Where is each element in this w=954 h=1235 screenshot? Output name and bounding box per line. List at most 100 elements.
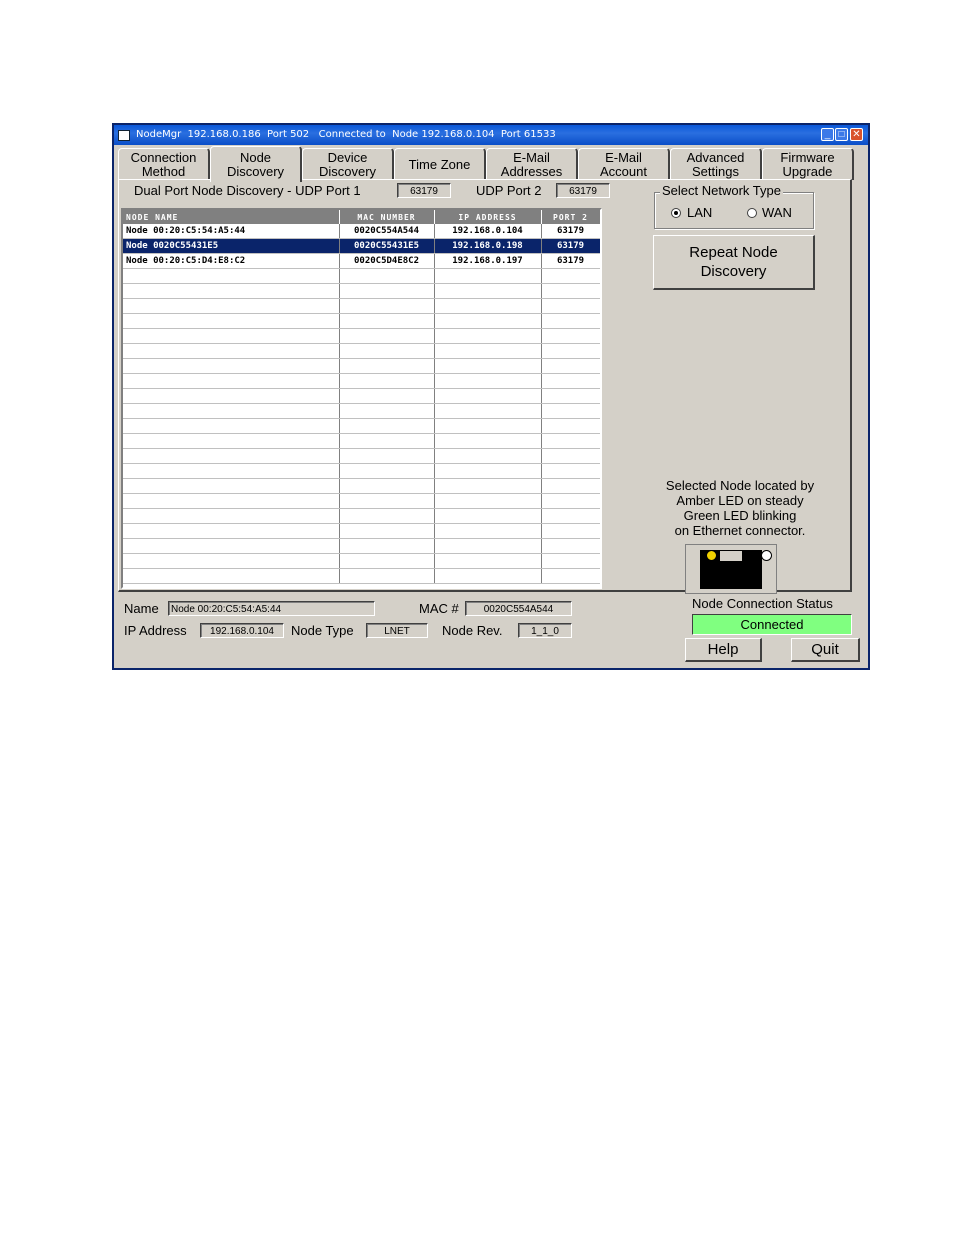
tab-firmware-upgrade[interactable]: Firmware Upgrade [762,148,854,180]
empty-table-row [123,328,600,344]
ethernet-connector-icon [685,544,777,594]
cell-port-2: 63179 [541,238,600,254]
cell-mac-number [339,328,435,344]
cell-node-name [123,418,340,434]
empty-table-row [123,373,600,389]
title-bar[interactable]: NodeMgr 192.168.0.186 Port 502 Connected… [114,125,868,145]
cell-mac-number [339,523,435,539]
node-rev-field: 1_1_0 [518,623,572,638]
cell-ip-address [434,508,542,524]
table-row[interactable]: Node 00:20:C5:54:A5:44 0020C554A544 192.16… [123,224,600,239]
empty-table-row [123,418,600,434]
cell-mac-number [339,448,435,464]
cell-node-name [123,478,340,494]
empty-table-row [123,433,600,449]
cell-node-name [123,433,340,449]
name-field: Node 00:20:C5:54:A5:44 [168,601,375,616]
cell-mac-number [339,358,435,374]
col-header-node-name[interactable]: NODE NAME [123,210,340,224]
cell-port-2 [541,433,600,449]
cell-node-name [123,358,340,374]
tab-node-discovery[interactable]: Node Discovery [210,146,302,182]
tab-email-addresses[interactable]: E-Mail Addresses [486,148,578,180]
col-header-mac-number[interactable]: MAC NUMBER [339,210,435,224]
node-connection-status-label: Node Connection Status [692,596,833,611]
cell-port-2 [541,313,600,329]
cell-port-2 [541,478,600,494]
help-button[interactable]: Help [685,638,762,662]
empty-table-row [123,538,600,554]
cell-node-name [123,448,340,464]
close-button[interactable]: ✕ [850,128,863,141]
empty-table-row [123,403,600,419]
cell-mac-number [339,343,435,359]
node-grid[interactable]: NODE NAME MAC NUMBER IP ADDRESS PORT 2 N… [121,208,602,589]
empty-table-row [123,298,600,314]
empty-table-row [123,463,600,479]
cell-ip-address [434,403,542,419]
cell-node-name [123,268,340,284]
wan-radio-label[interactable]: WAN [762,205,792,220]
tab-email-account[interactable]: E-Mail Account [578,148,670,180]
cell-port-2 [541,448,600,464]
ip-address-field: 192.168.0.104 [200,623,284,638]
cell-node-name: Node 00:20:C5:54:A5:44 [123,224,340,239]
cell-node-name [123,298,340,314]
mac-label: MAC # [419,601,459,616]
cell-node-name [123,493,340,509]
cell-port-2 [541,358,600,374]
cell-ip-address: 192.168.0.197 [434,253,542,269]
tab-strip: Connection Method Node Discovery Device … [116,146,856,182]
cell-mac-number [339,568,435,584]
cell-mac-number [339,478,435,494]
cell-port-2 [541,388,600,404]
cell-mac-number [339,508,435,524]
cell-ip-address [434,418,542,434]
name-label: Name [124,601,159,616]
cell-port-2 [541,343,600,359]
cell-node-name [123,283,340,299]
repeat-node-discovery-button[interactable]: Repeat Node Discovery [653,235,815,290]
col-header-ip-address[interactable]: IP ADDRESS [434,210,542,224]
mac-field: 0020C554A544 [465,601,572,616]
tab-time-zone[interactable]: Time Zone [394,148,486,180]
cell-port-2 [541,523,600,539]
cell-node-name [123,343,340,359]
empty-table-row [123,343,600,359]
table-row[interactable]: Node 0020C55431E5 0020C55431E5 192.168.0.1… [123,238,600,254]
tab-advanced-settings[interactable]: Advanced Settings [670,148,762,180]
empty-table-row [123,478,600,494]
cell-node-name [123,373,340,389]
minimize-button[interactable]: _ [821,128,834,141]
quit-button[interactable]: Quit [791,638,860,662]
cell-node-name [123,388,340,404]
cell-port-2 [541,568,600,584]
wan-radio[interactable] [747,208,757,218]
cell-ip-address [434,268,542,284]
cell-mac-number: 0020C5D4E8C2 [339,253,435,269]
maximize-button[interactable]: □ [835,128,848,141]
cell-ip-address [434,478,542,494]
cell-mac-number: 0020C554A544 [339,224,435,239]
cell-ip-address [434,448,542,464]
cell-node-name [123,538,340,554]
network-type-title: Select Network Type [660,183,783,198]
cell-port-2 [541,268,600,284]
tab-device-discovery[interactable]: Device Discovery [302,148,394,180]
cell-mac-number [339,433,435,449]
lan-radio-label[interactable]: LAN [687,205,712,220]
cell-node-name [123,313,340,329]
lan-radio[interactable] [671,208,681,218]
col-header-port-2[interactable]: PORT 2 [541,210,600,224]
empty-table-row [123,523,600,539]
tab-connection-method[interactable]: Connection Method [118,148,210,180]
cell-port-2 [541,298,600,314]
table-row[interactable]: Node 00:20:C5:D4:E8:C2 0020C5D4E8C2 192.16… [123,253,600,269]
cell-node-name: Node 0020C55431E5 [123,238,340,254]
cell-port-2 [541,463,600,479]
cell-ip-address [434,298,542,314]
cell-node-name [123,568,340,584]
app-icon [118,130,130,141]
empty-table-row [123,268,600,284]
cell-port-2 [541,553,600,569]
